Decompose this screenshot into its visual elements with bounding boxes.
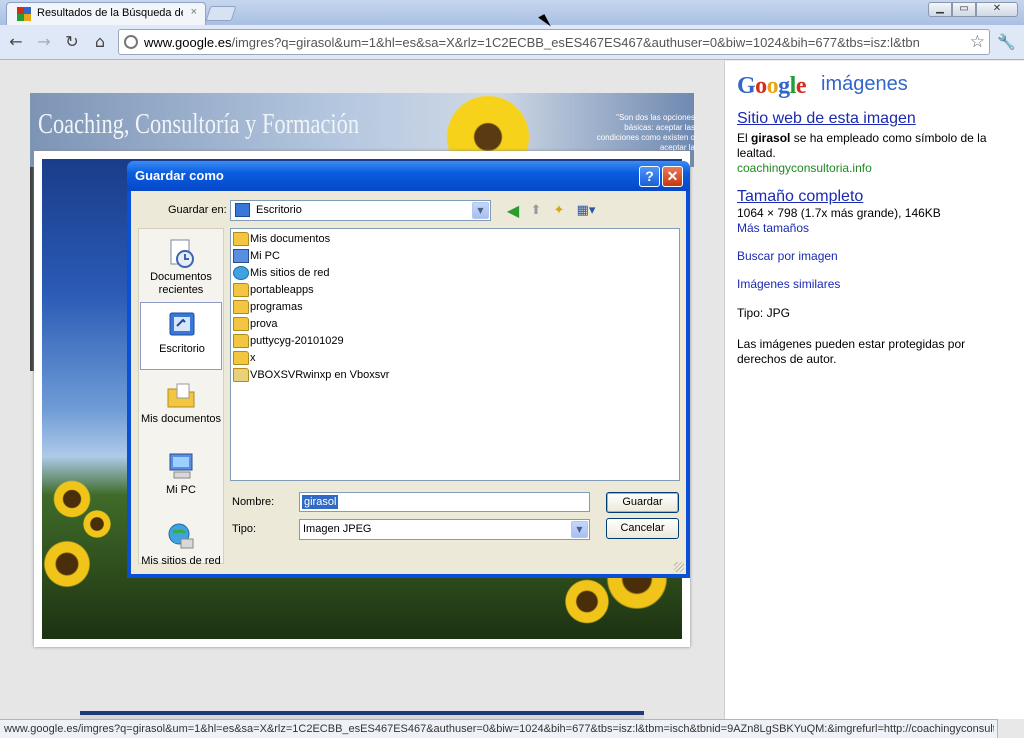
forward-icon[interactable]: → bbox=[34, 32, 54, 52]
address-url[interactable]: www.google.es/imgres?q=girasol&um=1&hl=e… bbox=[144, 35, 964, 50]
tab-close-icon[interactable]: × bbox=[191, 6, 197, 18]
image-description: El girasol se ha empleado como símbolo d… bbox=[737, 131, 987, 160]
images-label: imágenes bbox=[821, 73, 908, 95]
new-folder-icon[interactable]: ✦ bbox=[550, 202, 568, 220]
view-menu-icon[interactable]: ▦▾ bbox=[574, 202, 598, 220]
chevron-down-icon[interactable]: ▼ bbox=[472, 202, 489, 219]
browser-tab[interactable]: Resultados de la Búsqueda de × bbox=[6, 2, 206, 25]
computer-icon bbox=[233, 249, 249, 263]
desktop-icon bbox=[235, 203, 250, 217]
folder-icon bbox=[233, 283, 249, 297]
folder-icon bbox=[233, 351, 249, 365]
up-folder-icon[interactable]: ⬆ bbox=[527, 202, 545, 220]
name-label: Nombre: bbox=[232, 496, 275, 508]
places-bar: Documentos recientes Escritorio Mis docu… bbox=[138, 228, 224, 567]
new-tab-button[interactable] bbox=[205, 6, 237, 21]
reload-icon[interactable]: ↻ bbox=[62, 32, 82, 52]
my-computer-icon bbox=[169, 453, 193, 479]
save-in-value: Escritorio bbox=[256, 204, 302, 216]
google-logo[interactable]: Google bbox=[737, 73, 807, 100]
copyright-notice: Las imágenes pueden estar protegidas por… bbox=[737, 337, 966, 366]
home-icon[interactable]: ⌂ bbox=[90, 32, 110, 52]
image-dimensions: 1064 × 798 (1.7x más grande), 146KB bbox=[737, 206, 941, 220]
resize-grip[interactable] bbox=[674, 562, 684, 572]
address-bar[interactable]: www.google.es/imgres?q=girasol&um=1&hl=e… bbox=[118, 29, 990, 55]
minimize-button[interactable]: ▁ bbox=[928, 2, 952, 17]
banner-title: Coaching, Consultoría y Formación bbox=[38, 109, 360, 140]
image-type: Tipo: JPG bbox=[737, 306, 790, 320]
banner-quote: "Son dos las opciones básicas: aceptar l… bbox=[596, 113, 695, 152]
maximize-button[interactable]: ▭ bbox=[952, 2, 976, 17]
back-folder-icon[interactable]: ◀ bbox=[504, 202, 522, 220]
more-sizes-link[interactable]: Más tamaños bbox=[737, 221, 1017, 236]
type-label: Tipo: bbox=[232, 523, 257, 535]
save-button[interactable]: Guardar bbox=[606, 492, 679, 513]
file-type-value: Imagen JPEG bbox=[303, 523, 372, 535]
similar-images-link[interactable]: Imágenes similares bbox=[737, 277, 1017, 292]
help-button[interactable]: ? bbox=[639, 166, 660, 187]
save-in-label: Guardar en: bbox=[168, 204, 227, 216]
file-name-value: girasol bbox=[302, 495, 339, 509]
file-list: Mis documentos Mi PC Mis sitios de red p… bbox=[230, 228, 680, 481]
google-favicon-icon bbox=[17, 7, 31, 21]
desktop-icon bbox=[169, 312, 195, 336]
dialog-titlebar[interactable]: Guardar como ? ✕ bbox=[127, 161, 690, 191]
folder-icon bbox=[233, 232, 249, 246]
place-network[interactable]: Mis sitios de red bbox=[140, 515, 222, 583]
tab-strip: Resultados de la Búsqueda de × ▁ ▭ ✕ bbox=[0, 0, 1024, 25]
place-recent-documents[interactable]: Documentos recientes bbox=[140, 231, 222, 299]
place-my-computer[interactable]: Mi PC bbox=[140, 444, 222, 512]
save-as-dialog: Guardar como ? ✕ Guardar en: Escritorio … bbox=[127, 161, 690, 578]
bookmark-star-icon[interactable]: ☆ bbox=[970, 32, 985, 52]
save-in-select[interactable]: Escritorio ▼ bbox=[230, 200, 491, 221]
recent-documents-icon bbox=[170, 239, 194, 268]
dialog-title: Guardar como bbox=[135, 168, 224, 183]
search-by-image-link[interactable]: Buscar por imagen bbox=[737, 249, 1017, 264]
dialog-body: Guardar en: Escritorio ▼ ◀ ⬆ ✦ ▦▾ Docume… bbox=[131, 191, 686, 574]
my-documents-folder-icon bbox=[167, 383, 195, 408]
browser-toolbar: ← → ↻ ⌂ www.google.es/imgres?q=girasol&u… bbox=[0, 25, 1024, 60]
status-bar: www.google.es/imgres?q=girasol&um=1&hl=e… bbox=[0, 719, 998, 738]
site-link[interactable]: Sitio web de esta imagen bbox=[737, 110, 916, 127]
back-icon[interactable]: ← bbox=[6, 32, 26, 52]
chevron-down-icon[interactable]: ▼ bbox=[571, 521, 588, 538]
globe-icon bbox=[124, 35, 138, 49]
tab-title: Resultados de la Búsqueda de bbox=[37, 7, 183, 19]
folder-icon bbox=[233, 300, 249, 314]
file-type-select[interactable]: Imagen JPEG ▼ bbox=[299, 519, 590, 540]
file-name-input[interactable]: girasol bbox=[299, 492, 590, 512]
site-url[interactable]: coachingyconsultoria.info bbox=[737, 161, 1017, 176]
network-icon bbox=[233, 266, 249, 280]
cancel-button[interactable]: Cancelar bbox=[606, 518, 679, 539]
status-url: www.google.es/imgres?q=girasol&um=1&hl=e… bbox=[4, 723, 994, 735]
full-size-link[interactable]: Tamaño completo bbox=[737, 188, 863, 205]
image-info-panel: Google imágenes Sitio web de esta imagen… bbox=[724, 61, 1024, 719]
place-desktop[interactable]: Escritorio bbox=[140, 302, 222, 370]
network-globe-icon bbox=[168, 523, 194, 549]
wrench-menu-icon[interactable]: 🔧 bbox=[997, 33, 1016, 51]
network-drive-icon bbox=[233, 368, 249, 382]
folder-icon bbox=[233, 334, 249, 348]
window-close-button[interactable]: ✕ bbox=[976, 2, 1018, 17]
folder-icon bbox=[233, 317, 249, 331]
place-my-documents[interactable]: Mis documentos bbox=[140, 373, 222, 441]
dialog-close-button[interactable]: ✕ bbox=[662, 166, 683, 187]
